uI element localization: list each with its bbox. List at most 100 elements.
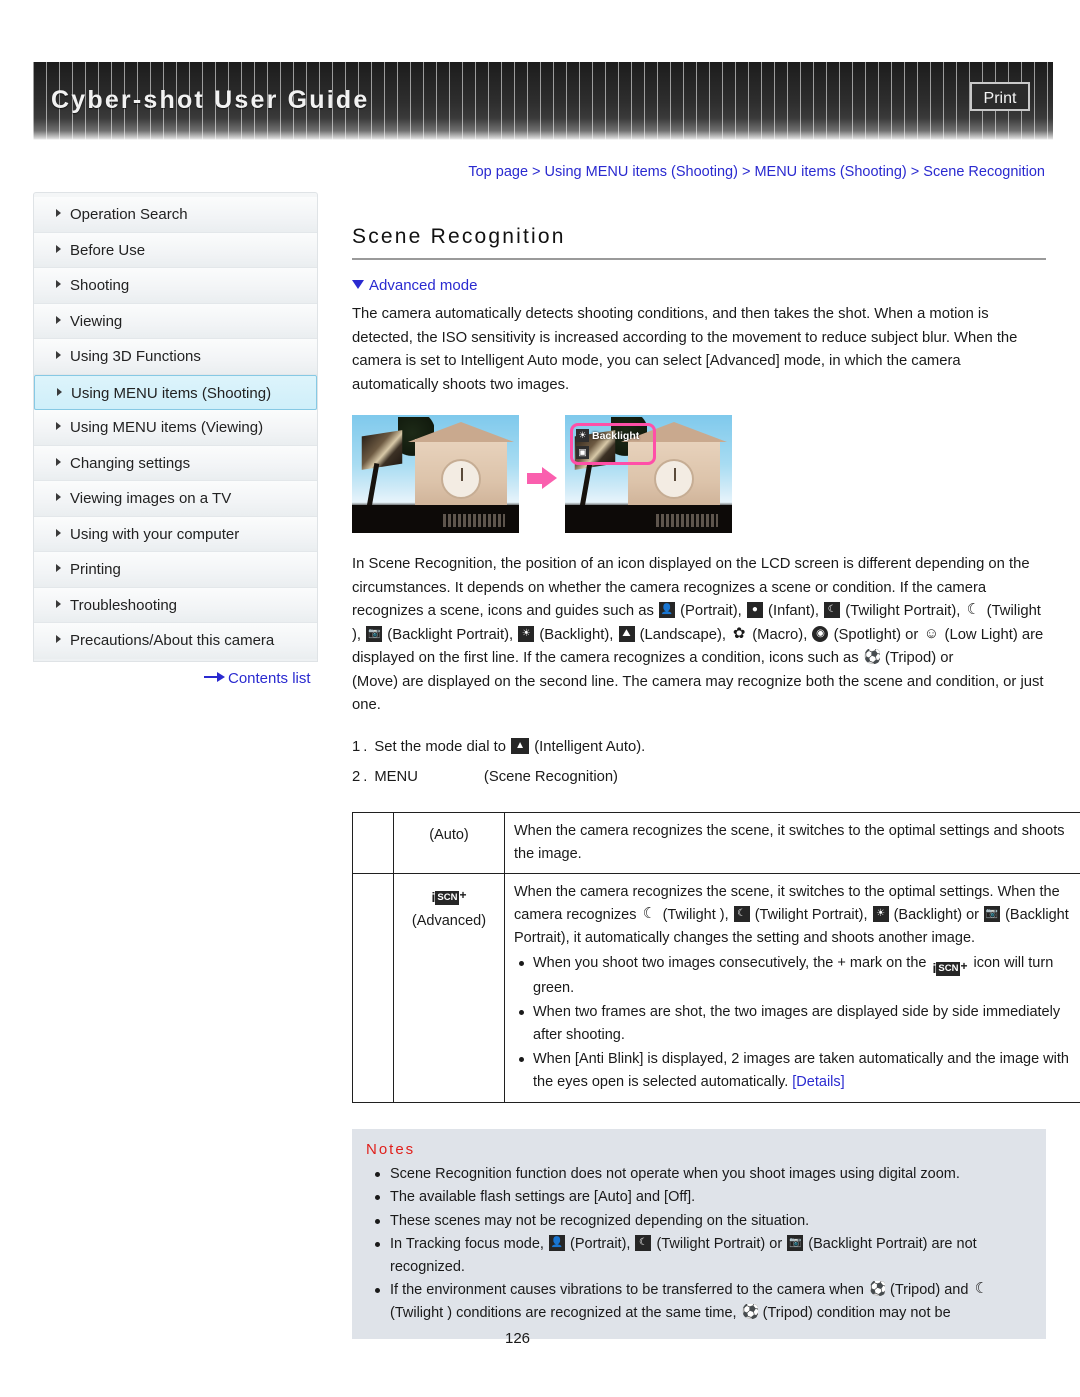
list-item: Scene Recognition function does not oper… xyxy=(375,1163,1032,1186)
icon-label-spotlight: (Spotlight) or xyxy=(833,626,919,643)
icon-label-twilight-portrait: (Twilight Portrait), xyxy=(845,603,961,619)
step-text-after: (Intelligent Auto). xyxy=(534,738,646,755)
chevron-right-icon xyxy=(57,387,62,396)
notes-box: Notes Scene Recognition function does no… xyxy=(352,1128,1046,1339)
foreground-silhouette xyxy=(352,505,519,533)
note-1: Scene Recognition function does not oper… xyxy=(390,1165,960,1182)
advanced-mode-link[interactable]: Advanced mode xyxy=(352,277,1046,294)
sidebar-item-precautions-about-this-camera[interactable]: Precautions/About this camera xyxy=(34,623,317,659)
chevron-right-icon xyxy=(56,635,61,643)
sidebar-item-viewing-images-on-a-tv[interactable]: Viewing images on a TV xyxy=(34,481,317,517)
list-item: In Tracking focus mode, 👤 (Portrait), ☾ … xyxy=(375,1233,1032,1278)
list-item: When [Anti Blink] is displayed, 2 images… xyxy=(519,1048,1072,1094)
sidebar-item-using-3d-functions[interactable]: Using 3D Functions xyxy=(34,339,317,375)
intro-paragraph: The camera automatically detects shootin… xyxy=(352,306,1018,393)
notes-list: Scene Recognition function does not oper… xyxy=(366,1163,1032,1325)
chevron-right-icon xyxy=(56,528,61,537)
sidebar-item-label: Viewing xyxy=(70,312,123,330)
portrait-icon: 👤 xyxy=(548,1235,565,1251)
advanced-label-twilight-portrait: (Twilight Portrait), xyxy=(754,906,868,923)
street-lamp-shape xyxy=(361,430,406,514)
sidebar-item-label: Before Use xyxy=(70,241,146,259)
sidebar-item-changing-settings[interactable]: Changing settings xyxy=(34,445,317,481)
table-cell-spacer xyxy=(352,872,394,1103)
chevron-right-icon xyxy=(56,599,61,608)
sidebar-item-using-menu-items-shooting[interactable]: Using MENU items (Shooting) xyxy=(34,374,317,410)
table-cell-description-advanced: When the camera recognizes the scene, it… xyxy=(504,872,1080,1103)
step-text-before: MENU xyxy=(374,768,418,785)
icon-label-macro: (Macro), xyxy=(752,626,808,643)
contents-list-link[interactable]: Contents list xyxy=(204,670,311,687)
twilight-portrait-icon: ☾ xyxy=(733,905,750,922)
sidebar-item-label: Using with your computer xyxy=(70,525,240,543)
chevron-right-icon xyxy=(56,351,61,359)
callout-label: Backlight xyxy=(592,429,640,442)
advanced-mode-label: Advanced mode xyxy=(369,277,478,294)
twilight-icon: ☾ xyxy=(966,602,981,618)
contents-list-label: Contents list xyxy=(228,670,311,687)
lamp-head-shape xyxy=(361,430,403,470)
note-5-mid3: (Tripod) and xyxy=(889,1282,969,1298)
backlight-portrait-icon: 📷 xyxy=(366,625,383,642)
backlight-portrait-icon: 📷 xyxy=(984,905,1001,922)
note-4-mid1: (Portrait), xyxy=(570,1236,631,1252)
sidebar-item-label: Precautions/About this camera xyxy=(70,632,275,649)
step-text-before: Set the mode dial to xyxy=(374,738,506,755)
sidebar-item-label: Shooting xyxy=(70,277,130,294)
sidebar-item-label: Printing xyxy=(70,561,121,578)
twilight-portrait-icon: ☾ xyxy=(824,602,841,618)
iscn-plus-icon: i SCN + xyxy=(431,887,467,905)
chevron-right-icon xyxy=(56,244,61,253)
table-cell-label-auto: (Auto) xyxy=(393,811,505,874)
sidebar-item-viewing[interactable]: Viewing xyxy=(34,303,317,339)
table-cell-description-auto: When the camera recognizes the scene, it… xyxy=(504,811,1080,874)
sidebar-item-printing[interactable]: Printing xyxy=(34,552,317,588)
chevron-right-icon xyxy=(56,564,61,572)
sidebar-item-label: Viewing images on a TV xyxy=(70,490,232,507)
icon-explanation-paragraph: In Scene Recognition, the position of an… xyxy=(352,553,1046,718)
details-link[interactable]: [Details] xyxy=(792,1074,844,1090)
table-cell-spacer xyxy=(352,811,394,874)
note-5-suffix: (Tripod) condition may not be xyxy=(762,1304,951,1321)
clock-face-shape xyxy=(441,459,481,499)
icon-label-backlight-portrait: (Backlight Portrait), xyxy=(387,626,514,643)
icon-label-backlight: (Backlight), xyxy=(539,626,614,643)
advanced-label-twilight: (Twilight ), xyxy=(662,906,729,923)
print-button[interactable]: Print xyxy=(970,82,1030,111)
chevron-right-icon xyxy=(56,280,61,288)
breadcrumb[interactable]: Top page > Using MENU items (Shooting) >… xyxy=(400,164,1045,180)
notes-heading: Notes xyxy=(366,1140,416,1158)
sidebar-item-using-with-your-computer[interactable]: Using with your computer xyxy=(34,516,317,552)
sidebar-item-label: Changing settings xyxy=(70,454,191,472)
main-content: Scene Recognition Advanced mode The came… xyxy=(352,225,1080,1339)
note-3: These scenes may not be recognized depen… xyxy=(390,1212,810,1229)
chevron-right-icon xyxy=(56,457,61,466)
tripod-icon: ⚽ xyxy=(741,1303,758,1320)
icon-label-move: (Move) are displayed on the second line.… xyxy=(352,673,1044,714)
sidebar-item-operation-search[interactable]: Operation Search xyxy=(34,197,317,233)
scene-recognition-modes-table: (Auto) When the camera recognizes the sc… xyxy=(352,811,1080,1103)
mode-label-auto: (Auto) xyxy=(429,826,469,843)
twilight-icon: ☾ xyxy=(974,1281,989,1297)
sidebar-item-troubleshooting[interactable]: Troubleshooting xyxy=(34,587,317,623)
auto-description: When the camera recognizes the scene, it… xyxy=(514,822,1065,862)
sidebar-item-using-menu-items-viewing[interactable]: Using MENU items (Viewing) xyxy=(34,410,317,446)
scene-recognition-figure: ☀ Backlight ▣ xyxy=(352,415,732,537)
twilight-icon: ☾ xyxy=(642,905,657,922)
list-item: The available flash settings are [Auto] … xyxy=(375,1186,1032,1209)
note-5-mid4: (Twilight ) conditions are recognized at… xyxy=(390,1304,737,1321)
iscn-plus-icon: i SCN + xyxy=(932,958,968,976)
portrait-icon: 👤 xyxy=(659,602,675,618)
sidebar-item-label: Troubleshooting xyxy=(70,596,178,614)
sidebar-item-before-use[interactable]: Before Use xyxy=(34,232,317,268)
note-2: The available flash settings are [Auto] … xyxy=(390,1189,696,1205)
list-item: When you shoot two images consecutively,… xyxy=(519,952,1072,1000)
note-4-mid2: (Twilight Portrait) or xyxy=(656,1236,783,1252)
sidebar-item-label: Using 3D Functions xyxy=(70,348,201,365)
backlight-icon: ☀ xyxy=(576,429,589,442)
infant-icon: ● xyxy=(746,602,763,618)
backlight-icon: ☀ xyxy=(518,625,535,642)
table-row: (Auto) When the camera recognizes the sc… xyxy=(352,811,1080,874)
sidebar-item-shooting[interactable]: Shooting xyxy=(34,268,317,304)
step-1: 1. Set the mode dial to ▲ (Intelligent Au… xyxy=(352,732,1046,762)
